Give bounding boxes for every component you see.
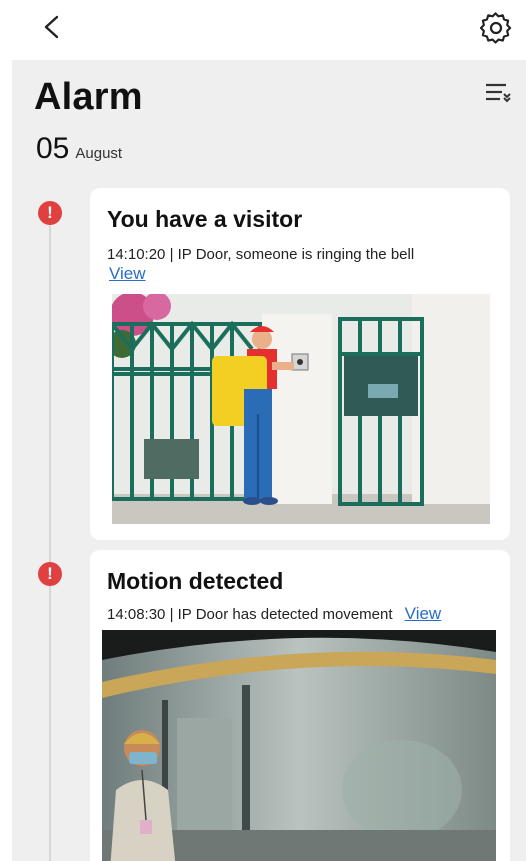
event-meta: 14:10:20 | IP Door, someone is ringing t… [107, 246, 414, 263]
visitor-snapshot[interactable] [112, 294, 490, 524]
event-meta: 14:08:30 | IP Door has detected movement… [107, 604, 441, 624]
top-bar [0, 0, 526, 58]
motion-snapshot-graphic [102, 630, 496, 861]
event-description: IP Door has detected movement [177, 606, 393, 623]
timeline-line [49, 208, 51, 861]
event-description: IP Door, someone is ringing the bell [177, 246, 415, 263]
page-title: Alarm [34, 76, 143, 118]
visitor-snapshot-graphic [112, 294, 490, 524]
gear-icon[interactable] [480, 12, 512, 44]
alert-icon: ! [38, 201, 62, 225]
event-title: Motion detected [107, 568, 284, 594]
date-day: 05 [36, 132, 70, 165]
event-card-visitor[interactable]: You have a visitor 14:10:20 | IP Door, s… [90, 188, 510, 540]
event-title: You have a visitor [107, 206, 303, 232]
event-time: 14:08:30 [107, 606, 166, 623]
event-separator: | [169, 606, 174, 623]
motion-snapshot[interactable] [102, 630, 496, 861]
view-link[interactable]: View [405, 604, 442, 623]
alert-icon: ! [38, 562, 62, 586]
back-chevron-icon[interactable] [38, 12, 66, 42]
event-time: 14:10:20 [107, 246, 166, 263]
view-link[interactable]: View [109, 264, 146, 283]
alarm-panel: Alarm 05 August ! You have a visitor 14:1… [12, 60, 526, 861]
filter-list-icon[interactable] [484, 80, 512, 104]
date-header: 05 August [36, 132, 122, 166]
event-separator: | [169, 246, 174, 263]
event-card-motion[interactable]: Motion detected 14:08:30 | IP Door has d… [90, 550, 510, 861]
date-month: August [75, 145, 123, 162]
